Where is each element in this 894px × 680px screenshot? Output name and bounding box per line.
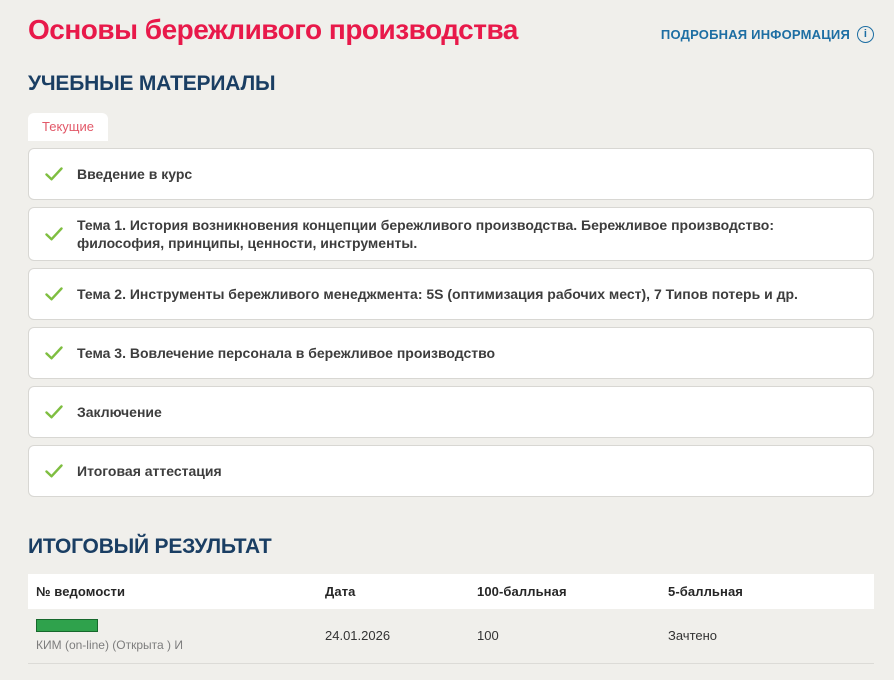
check-icon: [45, 167, 63, 181]
check-icon: [45, 346, 63, 360]
material-item[interactable]: Тема 2. Инструменты бережливого менеджме…: [28, 268, 874, 320]
redacted-sheet-number: [36, 619, 98, 633]
sheet-label: КИМ (on-line) (Открыта ) И: [36, 638, 183, 653]
material-item[interactable]: Введение в курс: [28, 148, 874, 200]
result-score-100: 100: [469, 609, 660, 664]
materials-list: Введение в курс Тема 1. История возникно…: [28, 148, 874, 497]
check-icon: [45, 464, 63, 478]
detailed-info-link[interactable]: ПОДРОБНАЯ ИНФОРМАЦИЯ i: [661, 26, 874, 43]
results-header-row: № ведомости Дата 100-балльная 5-балльная: [28, 574, 874, 609]
column-score-5: 5-балльная: [660, 574, 874, 609]
course-page: Основы бережливого производства ПОДРОБНА…: [0, 0, 894, 664]
material-item-label: Тема 3. Вовлечение персонала в бережливо…: [77, 345, 496, 361]
material-item-label: Заключение: [77, 404, 162, 420]
column-date: Дата: [317, 574, 469, 609]
check-icon: [45, 287, 63, 301]
check-icon: [45, 405, 63, 419]
results-table: № ведомости Дата 100-балльная 5-балльная…: [28, 574, 874, 664]
material-item-label: Введение в курс: [77, 166, 193, 182]
results-heading: ИТОГОВЫЙ РЕЗУЛЬТАТ: [28, 535, 272, 558]
material-item[interactable]: Тема 3. Вовлечение персонала в бережливо…: [28, 327, 874, 379]
detailed-info-label: ПОДРОБНАЯ ИНФОРМАЦИЯ: [660, 27, 850, 42]
material-item-label: Итоговая аттестация: [77, 463, 222, 479]
material-item[interactable]: Итоговая аттестация: [28, 445, 874, 497]
result-score-5: Зачтено: [660, 609, 874, 664]
check-icon: [45, 227, 63, 241]
page-title: Основы бережливого производства: [28, 14, 518, 45]
column-sheet-number: № ведомости: [28, 574, 317, 609]
column-score-100: 100-балльная: [469, 574, 660, 609]
material-item[interactable]: Заключение: [28, 386, 874, 438]
info-icon: i: [857, 26, 874, 43]
material-item-label: Тема 1. История возникновения концепции …: [77, 217, 774, 251]
page-header: Основы бережливого производства ПОДРОБНА…: [28, 14, 874, 46]
material-item-label: Тема 2. Инструменты бережливого менеджме…: [77, 286, 798, 302]
tab-current[interactable]: Текущие: [28, 113, 108, 141]
result-date: 24.01.2026: [317, 609, 469, 664]
materials-heading: УЧЕБНЫЕ МАТЕРИАЛЫ: [28, 72, 276, 95]
result-row: КИМ (on-line) (Открыта ) И 24.01.2026 10…: [28, 609, 874, 664]
material-item[interactable]: Тема 1. История возникновения концепции …: [28, 207, 874, 261]
